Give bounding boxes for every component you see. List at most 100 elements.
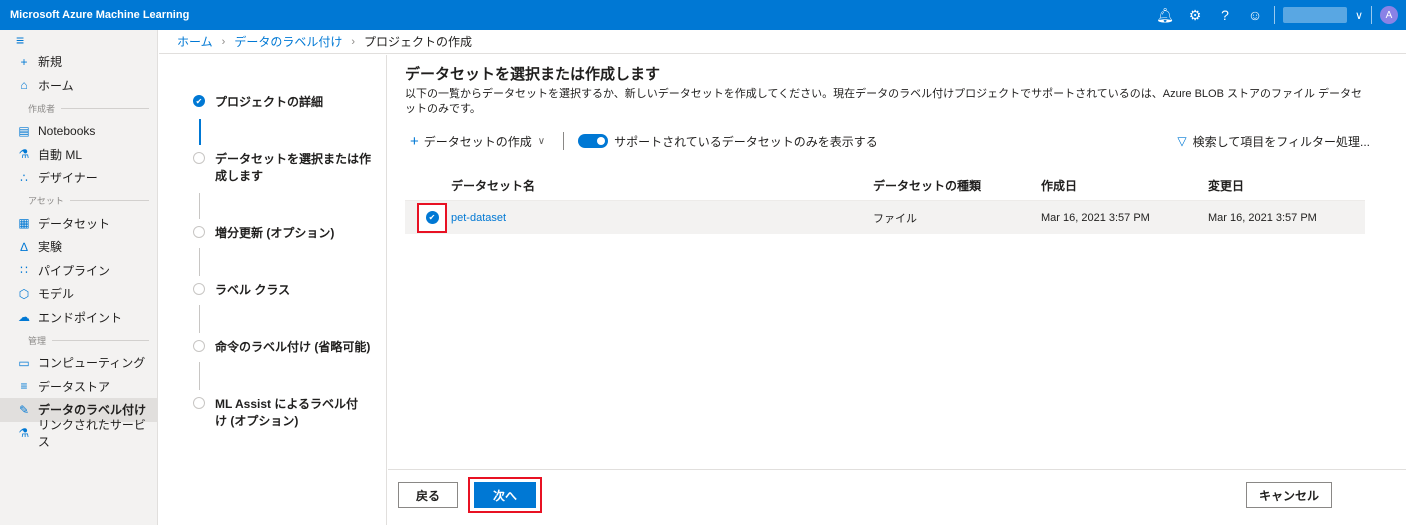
avatar[interactable]: A — [1380, 6, 1398, 24]
plus-icon: + — [20, 54, 28, 69]
step-select-dataset[interactable]: データセットを選択または作成します — [193, 151, 383, 185]
step-label-classes[interactable]: ラベル クラス — [193, 282, 383, 299]
nav-section-label: アセット — [28, 196, 64, 206]
nav-section-author: 作成者 — [0, 97, 157, 119]
table-row[interactable]: ✔ pet-dataset ファイル Mar 16, 2021 3:57 PM … — [405, 201, 1365, 234]
nav-item-models[interactable]: ⬡ モデル — [0, 282, 157, 306]
circle-icon — [193, 340, 205, 352]
filter-placeholder: 検索して項目をフィルター処理... — [1192, 134, 1370, 149]
cloud-icon: ☁ — [18, 310, 30, 325]
bell-icon[interactable]: 🔔︎ — [1150, 7, 1180, 24]
create-dataset-label: データセットの作成 — [423, 134, 532, 149]
nav-label: エンドポイント — [38, 310, 123, 325]
step-label: 命令のラベル付け (省略可能) — [215, 340, 371, 354]
divider — [61, 107, 149, 109]
wizard-steps: ✔ プロジェクトの詳細 データセットを選択または作成します 増分更新 (オプショ… — [159, 55, 387, 525]
nav-section-label: 管理 — [28, 335, 47, 346]
filter-search[interactable]: ▽ 検索して項目をフィルター処理... — [1177, 133, 1370, 150]
step-connector — [199, 119, 201, 145]
breadcrumb-labeling[interactable]: データのラベル付け — [234, 33, 342, 50]
nav-section-assets: アセット — [0, 190, 157, 212]
account-selector[interactable] — [1283, 7, 1347, 23]
header-modified[interactable]: 変更日 — [1208, 177, 1365, 194]
topbar-divider — [1371, 6, 1372, 24]
monitor-icon: ▭ — [18, 355, 30, 370]
nav-item-linked-services[interactable]: ⚗ リンクされたサービス — [0, 418, 157, 449]
create-dataset-button[interactable]: + データセットの作成 ∨ — [410, 133, 545, 150]
step-incremental-refresh[interactable]: 増分更新 (オプション) — [193, 225, 383, 242]
divider — [69, 200, 149, 201]
designer-icon: ∴ — [20, 170, 28, 185]
topbar-divider — [1274, 6, 1275, 24]
nav-item-datastores[interactable]: ≡ データストア — [0, 375, 157, 399]
nav-item-datasets[interactable]: ▦ データセット — [0, 212, 157, 236]
nav-item-home[interactable]: ⌂ ホーム — [0, 74, 157, 98]
gear-icon[interactable]: ⚙︎ — [1180, 7, 1210, 24]
table-header: データセット名 データセットの種類 作成日 変更日 — [405, 171, 1365, 201]
toggle-knob — [597, 137, 606, 145]
nav-item-compute[interactable]: ▭ コンピューティング — [0, 351, 157, 375]
nav-item-notebooks[interactable]: ▤ Notebooks — [0, 119, 157, 143]
row-check-cell: ✔ — [405, 202, 451, 233]
database-icon: ≡ — [20, 379, 28, 394]
next-button-highlight: 次へ — [468, 477, 542, 513]
toolbar: + データセットの作成 ∨ サポートされているデータセットのみを表示する ▽ 検… — [410, 131, 1370, 151]
plus-icon: + — [410, 132, 419, 150]
nav-item-new[interactable]: + 新規 — [0, 50, 157, 74]
nav-label: パイプライン — [38, 263, 111, 278]
row-select-checkbox[interactable]: ✔ — [417, 202, 447, 233]
top-bar: Microsoft Azure Machine Learning 🔔︎ ⚙︎ ?… — [0, 0, 1406, 30]
nav-item-endpoints[interactable]: ☁ エンドポイント — [0, 306, 157, 330]
nav-item-pipelines[interactable]: ∷ パイプライン — [0, 259, 157, 283]
nav-item-designer[interactable]: ∴ デザイナー — [0, 166, 157, 190]
nav-label: ホーム — [38, 78, 74, 93]
header-type[interactable]: データセットの種類 — [873, 177, 1041, 194]
page-description: 以下の一覧からデータセットを選択するか、新しいデータセットを作成してください。現… — [405, 88, 1363, 115]
pipeline-icon: ∷ — [20, 263, 28, 278]
header-name[interactable]: データセット名 — [451, 177, 873, 194]
nav-item-automl[interactable]: ⚗ 自動 ML — [0, 143, 157, 167]
nav-item-experiments[interactable]: ∆ 実験 — [0, 235, 157, 259]
next-button[interactable]: 次へ — [474, 482, 536, 508]
chevron-right-icon: › — [221, 35, 226, 48]
app-title[interactable]: Microsoft Azure Machine Learning — [0, 9, 1150, 21]
dataset-created: Mar 16, 2021 3:57 PM — [1041, 211, 1150, 224]
dataset-icon: ▦ — [18, 216, 30, 231]
nav-label: コンピューティング — [38, 356, 146, 371]
main-content: データセットを選択または作成します 以下の一覧からデータセットを選択するか、新し… — [388, 55, 1406, 469]
hamburger-icon[interactable]: ≡ — [0, 30, 157, 50]
check-circle-icon: ✔ — [425, 211, 439, 224]
supported-only-toggle[interactable] — [578, 134, 609, 148]
step-project-details[interactable]: ✔ プロジェクトの詳細 — [193, 94, 383, 111]
circle-icon — [193, 283, 205, 295]
chevron-down-icon[interactable]: ∨ — [1351, 9, 1367, 22]
dataset-name-link[interactable]: pet-dataset — [451, 212, 873, 224]
step-ml-assist[interactable]: ML Assist によるラベル付け (オプション) — [193, 396, 383, 430]
toggle-label: サポートされているデータセットのみを表示する — [614, 134, 878, 149]
step-labeling-instructions[interactable]: 命令のラベル付け (省略可能) — [193, 339, 383, 356]
dataset-table: データセット名 データセットの種類 作成日 変更日 ✔ pet-dataset … — [405, 171, 1365, 234]
nav-label: モデル — [38, 287, 75, 302]
nav-label: 実験 — [38, 240, 63, 255]
cancel-button[interactable]: キャンセル — [1246, 482, 1332, 508]
step-connector — [199, 193, 200, 219]
breadcrumb-current: プロジェクトの作成 — [364, 35, 473, 49]
help-icon[interactable]: ? — [1210, 7, 1240, 23]
step-connector — [199, 248, 200, 276]
automl-icon: ⚗ — [18, 147, 30, 162]
filter-icon: ▽ — [1177, 134, 1187, 148]
smiley-icon[interactable]: ☺︎ — [1240, 7, 1270, 23]
circle-icon — [193, 152, 205, 164]
nav-label: 自動 ML — [38, 147, 83, 162]
breadcrumb-home[interactable]: ホーム — [177, 33, 213, 50]
step-label: 増分更新 (オプション) — [215, 226, 335, 240]
nav-label: Notebooks — [38, 123, 96, 138]
toolbar-divider — [563, 132, 565, 150]
notebook-icon: ▤ — [18, 123, 30, 138]
chevron-down-icon: ∨ — [537, 135, 546, 147]
step-label: プロジェクトの詳細 — [215, 95, 324, 109]
nav-section-manage: 管理 — [0, 329, 157, 351]
header-created[interactable]: 作成日 — [1041, 177, 1208, 194]
back-button[interactable]: 戻る — [398, 482, 458, 508]
step-connector — [199, 362, 200, 390]
